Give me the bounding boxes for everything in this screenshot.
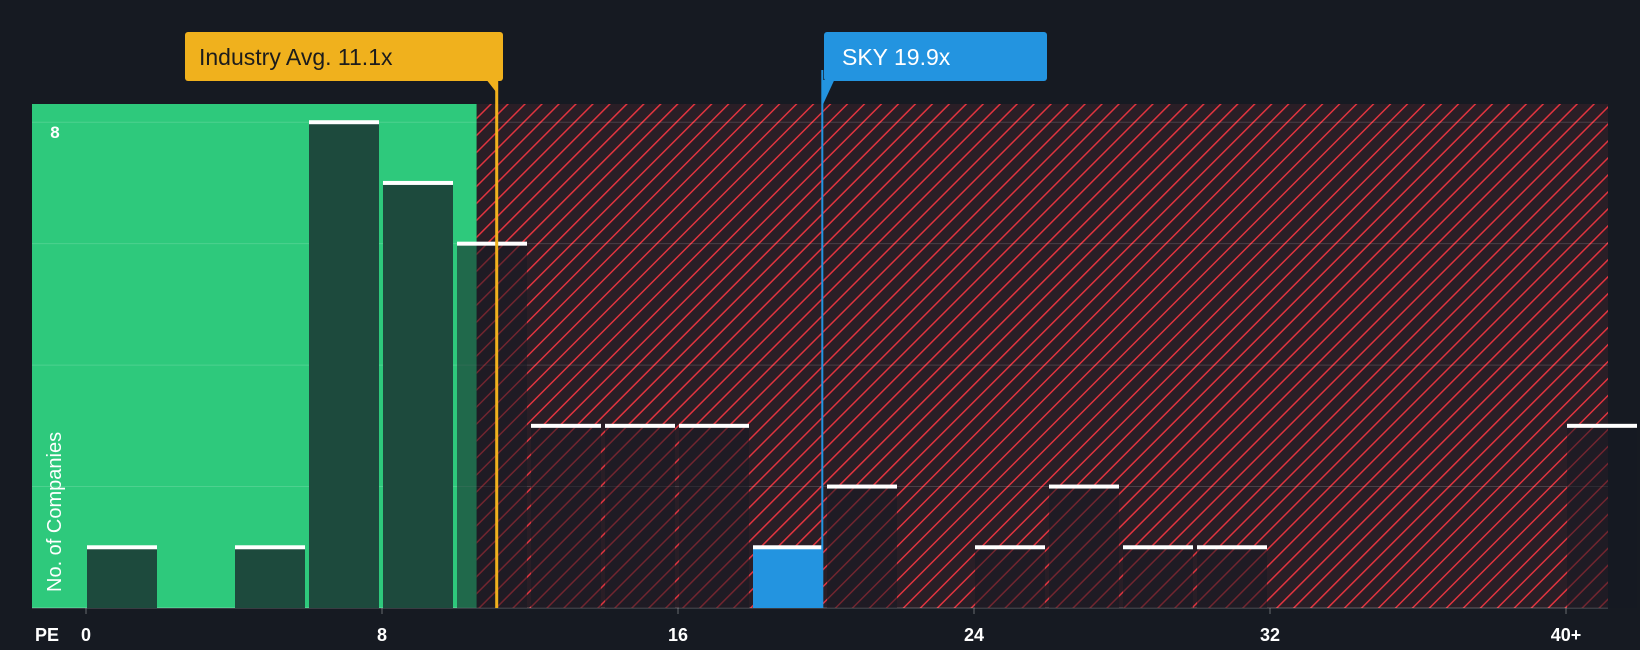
histogram-bar [1197,547,1267,608]
histogram-bar-cap [679,423,749,428]
histogram-bar [531,425,601,608]
histogram-bar [1567,425,1637,608]
histogram-bar-highlighted [753,547,823,608]
histogram-bar [975,547,1045,608]
valuation-zones [32,104,1609,608]
histogram-bar-cap [87,545,157,550]
company-pointer [822,80,835,106]
industry-avg-callout: Industry Avg. 11.1x [185,32,503,94]
x-tick-label: 24 [964,625,984,645]
company-callout: SKY 19.9x [822,32,1047,106]
pe-histogram-chart: 8 No. of Companies PE 0 8 16 24 32 40+ Indust… [32,32,1637,645]
x-tick-labels: 0 8 16 24 32 40+ [81,608,1581,645]
histogram-bar [605,425,675,608]
x-tick-label: 16 [668,625,688,645]
histogram-bar [827,486,897,608]
industry-avg-pointer [486,80,498,94]
histogram-bar-cap [531,423,601,428]
x-axis-label: PE [35,625,59,645]
histogram-bar-cap [383,180,453,185]
histogram-bar-cap [827,484,897,489]
y-tick-label: 8 [50,123,59,142]
histogram-bar-cap [605,423,675,428]
histogram-bar [87,547,157,608]
histogram-bar-cap [1197,545,1267,550]
histogram-bar-cap [753,545,823,550]
histogram-bar [309,122,379,609]
y-axis-label: No. of Companies [44,432,66,592]
histogram-bar [1049,486,1119,608]
histogram-bar-cap [457,241,527,246]
histogram-bar [679,425,749,608]
histogram-bar [1123,547,1193,608]
histogram-bar-cap [975,545,1045,550]
x-tick-label: 8 [377,625,387,645]
histogram-bar-cap [1049,484,1119,489]
x-tick-label: 40+ [1551,625,1582,645]
histogram-bar [383,182,453,608]
histogram-bar [235,547,305,608]
histogram-bar-cap [1123,545,1193,550]
histogram-bar-cap [235,545,305,550]
histogram-bar [457,243,527,608]
histogram-bar-cap [309,120,379,125]
company-label: SKY 19.9x [842,44,951,70]
histogram-bar-cap [1567,423,1637,428]
x-tick-label: 0 [81,625,91,645]
x-tick-label: 32 [1260,625,1280,645]
industry-avg-label: Industry Avg. 11.1x [199,44,393,70]
